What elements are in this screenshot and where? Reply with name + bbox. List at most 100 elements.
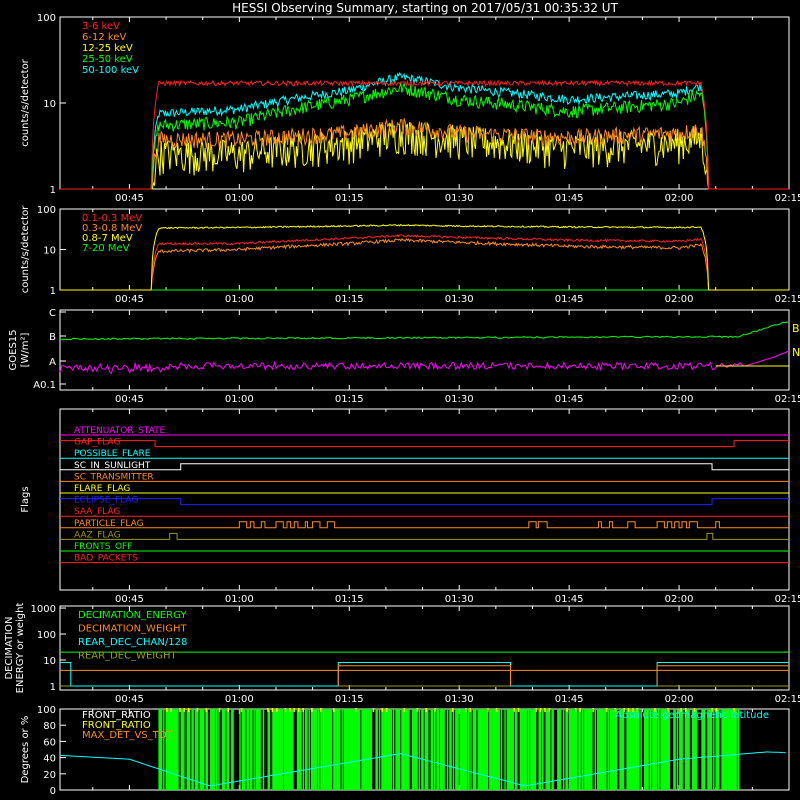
y-tick-label: 100 xyxy=(37,205,56,216)
front-ratio-bar xyxy=(548,709,551,790)
front-ratio-top xyxy=(495,708,498,712)
front-ratio-top xyxy=(333,708,335,712)
front-ratio-top xyxy=(566,708,568,712)
front-ratio-bar xyxy=(638,709,640,790)
front-ratio-bar xyxy=(655,709,658,790)
legend-entry: 12-25 keV xyxy=(82,43,133,54)
front-ratio-bar xyxy=(390,709,393,790)
front-ratio-top xyxy=(434,708,436,712)
front-ratio-bar xyxy=(206,709,208,790)
y-tick-label: 60 xyxy=(43,737,56,748)
time-tick-label: 01:30 xyxy=(445,594,474,605)
front-ratio-bar xyxy=(713,709,715,790)
front-ratio-bar xyxy=(703,709,706,790)
front-ratio-top xyxy=(289,708,291,712)
front-ratio-bar xyxy=(465,709,468,790)
front-ratio-top xyxy=(271,708,274,712)
front-ratio-bar xyxy=(563,709,565,790)
front-ratio-bar xyxy=(422,709,424,790)
legend-entry: 7-20 MeV xyxy=(82,243,130,254)
front-ratio-bar xyxy=(668,709,670,790)
y-tick-label: 100 xyxy=(37,13,56,24)
front-ratio-bar xyxy=(197,709,199,790)
front-ratio-bar xyxy=(674,709,676,790)
front-ratio-bar xyxy=(527,709,530,790)
front-ratio-top xyxy=(575,708,577,712)
y-tick-label: A0.1 xyxy=(33,380,56,391)
front-ratio-bar xyxy=(486,709,489,790)
front-ratio-bar xyxy=(302,709,305,790)
front-ratio-top xyxy=(188,708,190,712)
time-tick-label: 02:00 xyxy=(665,694,694,705)
time-tick-label: 01:45 xyxy=(555,694,584,705)
time-tick-label: 02:00 xyxy=(665,394,694,405)
y-tick-label: 80 xyxy=(43,721,56,732)
front-ratio-bar xyxy=(306,709,308,790)
time-tick-label: 00:45 xyxy=(115,294,144,305)
front-ratio-bar xyxy=(504,709,506,790)
y-tick-label: 1 xyxy=(50,185,56,196)
front-ratio-bar xyxy=(605,709,607,790)
front-ratio-top xyxy=(539,708,542,712)
time-tick-label: 00:45 xyxy=(115,193,144,204)
front-ratio-top xyxy=(293,708,296,712)
front-ratio-bar xyxy=(227,709,230,790)
front-ratio-top xyxy=(355,708,357,712)
front-ratio-top xyxy=(416,708,419,712)
front-ratio-top xyxy=(227,708,230,712)
y-axis-title: [W/m²] xyxy=(20,332,31,367)
y-tick-label: A xyxy=(49,357,56,368)
front-ratio-bar xyxy=(292,709,294,790)
legend-entry: DECIMATION_WEIGHT xyxy=(78,624,187,635)
legend-entry: REAR_DEC_CHAN/128 xyxy=(78,637,187,648)
time-tick-label: 02:15 xyxy=(775,594,800,605)
legend-entry: 50-100 keV xyxy=(82,65,139,76)
y-tick-label: 10 xyxy=(43,246,56,257)
front-ratio-top xyxy=(276,708,278,712)
front-ratio-bar xyxy=(658,709,660,790)
y-tick-label: 10 xyxy=(43,656,56,667)
front-ratio-top xyxy=(544,708,546,712)
legend-entry: 25-50 keV xyxy=(82,54,133,65)
front-ratio-bar xyxy=(431,709,434,790)
front-ratio-bar xyxy=(376,709,378,790)
front-ratio-bar xyxy=(737,709,740,790)
front-ratio-bar xyxy=(262,709,265,790)
front-ratio-bar xyxy=(581,709,584,790)
front-ratio-top xyxy=(517,708,520,712)
front-ratio-bar xyxy=(579,709,581,790)
time-tick-label: 01:15 xyxy=(335,394,364,405)
time-tick-label: 01:00 xyxy=(225,594,254,605)
front-ratio-bar xyxy=(392,709,395,790)
time-tick-label: 02:00 xyxy=(665,193,694,204)
front-ratio-bar xyxy=(370,709,373,790)
front-ratio-bar xyxy=(398,709,401,790)
y-tick-label: C xyxy=(49,308,56,319)
front-ratio-bar xyxy=(681,709,683,790)
y-axis-title: DECIMATION xyxy=(4,616,15,679)
y-tick-label: 10 xyxy=(43,99,56,110)
front-ratio-top xyxy=(513,708,515,712)
front-ratio-top xyxy=(372,708,375,712)
legend-entry: 6-12 keV xyxy=(82,32,126,43)
time-tick-label: 01:00 xyxy=(225,294,254,305)
y-tick-label: 100 xyxy=(37,630,56,641)
front-ratio-top xyxy=(302,708,304,712)
flag-label: GAP_FLAG xyxy=(74,438,120,448)
front-ratio-bar xyxy=(177,709,179,790)
y-tick-label: 1000 xyxy=(31,604,56,615)
front-ratio-bar xyxy=(607,709,609,790)
y-tick-label: 1 xyxy=(50,286,56,297)
front-ratio-top xyxy=(469,708,471,712)
y-tick-label: 0 xyxy=(50,786,56,797)
front-ratio-bar xyxy=(437,709,439,790)
summary-plot: HESSI Observing Summary, starting on 201… xyxy=(0,0,800,800)
front-ratio-top xyxy=(403,708,405,712)
front-ratio-bar xyxy=(498,709,500,790)
front-ratio-bar xyxy=(244,709,246,790)
front-ratio-bar xyxy=(443,709,445,790)
front-ratio-bar xyxy=(647,709,649,790)
front-ratio-top xyxy=(311,708,313,712)
front-ratio-top xyxy=(487,708,489,712)
front-ratio-bar xyxy=(446,709,449,790)
